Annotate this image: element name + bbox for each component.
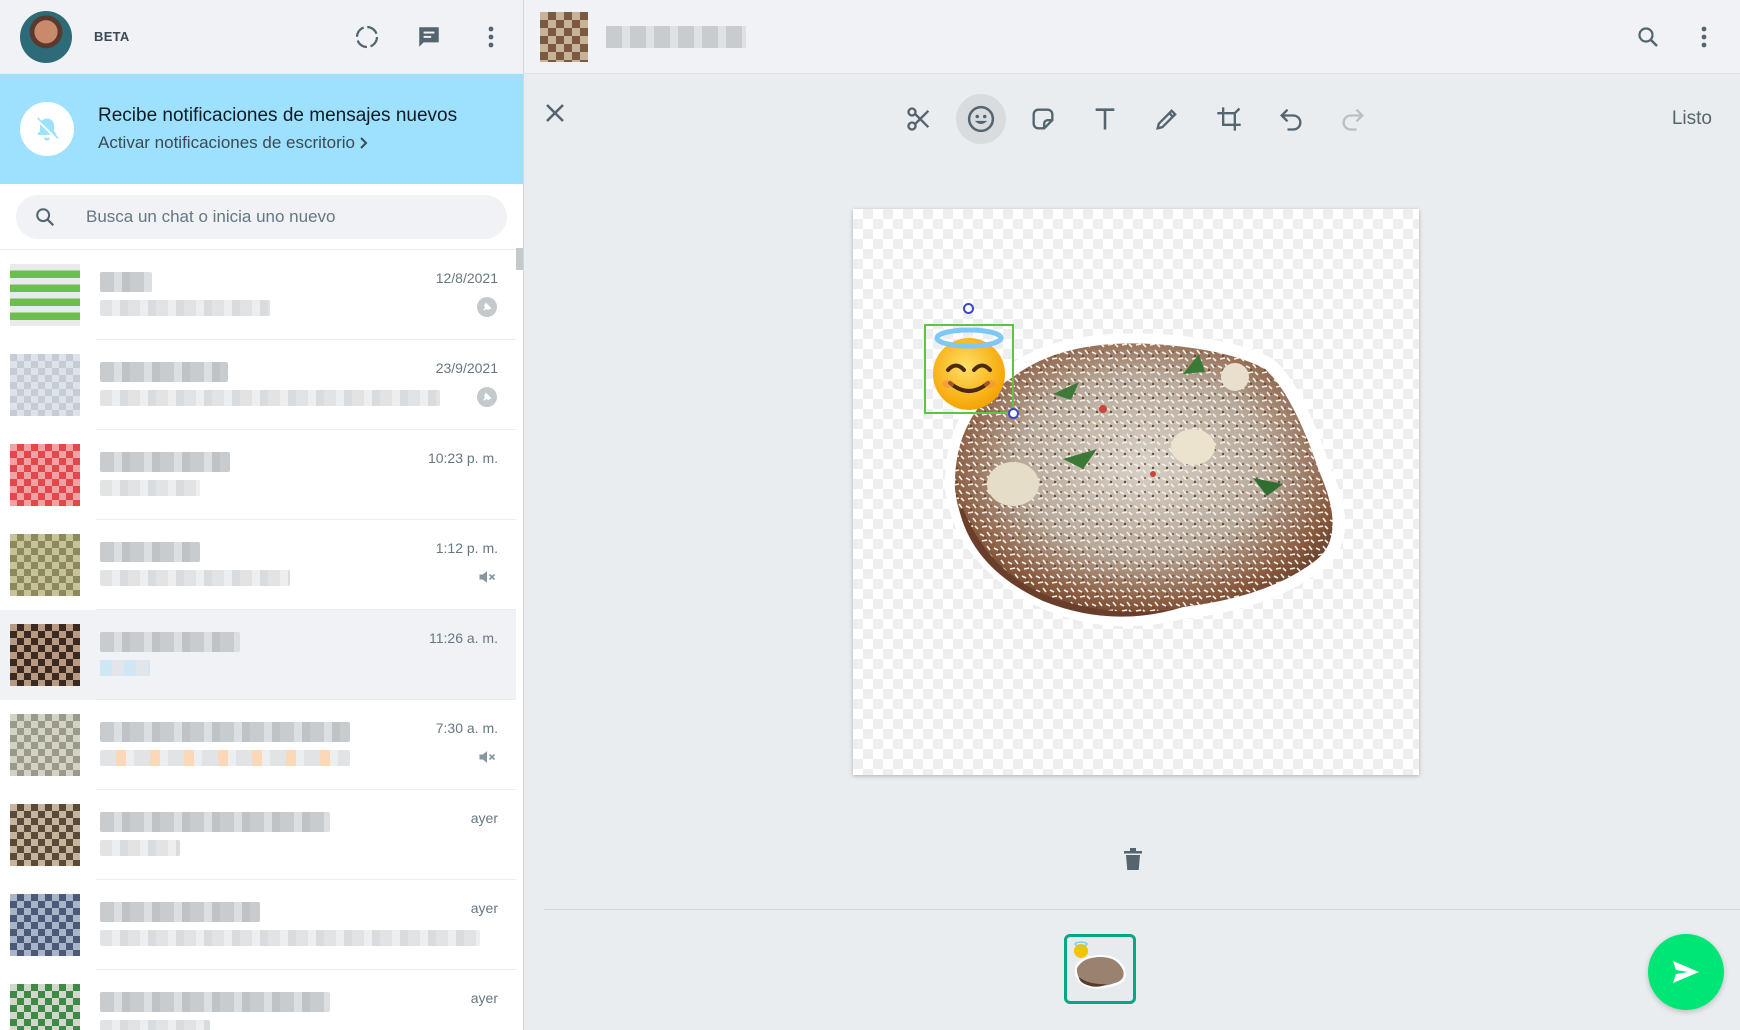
chat-row[interactable]: ayer [0,880,516,970]
chat-row[interactable]: 1:12 p. m. [0,520,516,610]
kebab-menu-icon [488,26,494,47]
chat-avatar [10,264,80,326]
contact-avatar[interactable] [540,11,588,62]
resize-handle[interactable] [1008,408,1019,419]
enable-notifications-link[interactable]: Activar notificaciones de escritorio [98,133,457,153]
new-chat-button[interactable] [413,21,445,53]
media-thumbnail[interactable] [1064,934,1136,1004]
chat-time: ayer [470,810,498,826]
pizza-sticker-image [944,333,1346,627]
text-icon [1095,108,1115,130]
chat-list: 12/8/2021 23/9/2021 10:23 p. m. 1:12 p. … [0,250,516,1030]
chat-row[interactable]: 12/8/2021 [0,250,516,340]
pencil-tool[interactable] [1142,94,1192,144]
chat-avatar [10,624,80,686]
contact-name-blurred [606,25,746,48]
search-messages-button[interactable] [1632,21,1664,53]
user-avatar[interactable] [20,10,72,63]
notification-title: Recibe notificaciones de mensajes nuevos [98,105,458,126]
search-icon [1638,26,1658,47]
conversation-menu-button[interactable] [1688,21,1720,53]
trash-icon [1124,848,1142,870]
bell-off-badge [20,102,74,156]
close-editor-button[interactable] [544,102,566,129]
chat-row[interactable]: 23/9/2021 [0,340,516,430]
chat-time: ayer [470,990,498,1006]
chat-row[interactable]: 7:30 a. m. [0,700,516,790]
editor-toolbar [894,94,1378,144]
thumbnail-image [1074,941,1126,989]
chat-avatar [10,534,80,596]
conversation-pane: Listo [524,0,1740,1030]
send-icon [1673,961,1699,983]
send-button[interactable] [1648,934,1724,1010]
search-box[interactable] [16,194,507,239]
kebab-menu-icon [1701,26,1707,47]
search-input[interactable] [86,206,466,227]
chevron-right-icon [360,137,368,149]
chat-row-active[interactable]: 11:26 a. m. [0,610,516,700]
redo-button[interactable] [1328,94,1378,144]
text-tool[interactable] [1080,94,1130,144]
chat-avatar [10,894,80,956]
image-canvas[interactable] [853,209,1419,775]
redo-icon [1342,108,1364,131]
undo-icon [1280,108,1302,131]
done-button[interactable]: Listo [1672,108,1712,130]
pin-icon [476,386,498,408]
search-icon [36,207,55,226]
chat-row[interactable]: ayer [0,970,516,1030]
undo-button[interactable] [1266,94,1316,144]
chat-avatar [10,984,80,1030]
chat-time: 7:30 a. m. [435,720,498,736]
chat-time: 12/8/2021 [435,270,498,286]
chat-list-scrollbar[interactable] [516,248,523,270]
notification-banner[interactable]: Recibe notificaciones de mensajes nuevos… [0,74,523,184]
enable-notifications-label: Activar notificaciones de escritorio [98,133,356,152]
close-icon [546,104,564,122]
scissors-tool[interactable] [894,94,944,144]
muted-icon [476,566,498,588]
chat-row[interactable]: ayer [0,790,516,880]
status-button[interactable] [351,21,383,53]
emoji-sticker-selection[interactable] [924,324,1014,414]
emoji-tool[interactable] [956,94,1006,144]
chat-time: 1:12 p. m. [435,540,498,556]
chat-avatar [10,354,80,416]
media-editor: Listo [524,74,1740,1030]
whatsapp-web-app: BETA Recibe notificaciones de mensajes n… [0,0,1740,1030]
bell-off-icon [35,117,59,141]
status-icon [355,25,379,48]
menu-button[interactable] [475,21,507,53]
sticker-tool[interactable] [1018,94,1068,144]
chat-row[interactable]: 10:23 p. m. [0,430,516,520]
chat-time: ayer [470,900,498,916]
crop-icon [1217,107,1241,131]
conversation-header[interactable] [524,0,1740,74]
sidebar-header: BETA [0,0,523,74]
chat-time: 23/9/2021 [435,360,498,376]
chat-time: 11:26 a. m. [428,630,498,646]
emoji-icon [967,105,995,133]
new-chat-icon [419,26,439,47]
chat-avatar [10,444,80,506]
editor-divider [544,909,1740,910]
chat-time: 10:23 p. m. [427,450,498,466]
search-bar [0,184,523,250]
chat-avatar [10,804,80,866]
crop-tool[interactable] [1204,94,1254,144]
rotate-handle[interactable] [963,303,974,314]
chat-list-pane: BETA Recibe notificaciones de mensajes n… [0,0,524,1030]
delete-sticker-button[interactable] [1124,848,1142,875]
pencil-icon [1156,109,1177,130]
smiling-halo-emoji [933,327,1005,410]
chat-avatar [10,714,80,776]
pin-icon [476,296,498,318]
scissors-icon [907,107,930,131]
beta-badge: BETA [94,29,130,44]
muted-icon [476,746,498,768]
sticker-icon [1032,108,1054,130]
